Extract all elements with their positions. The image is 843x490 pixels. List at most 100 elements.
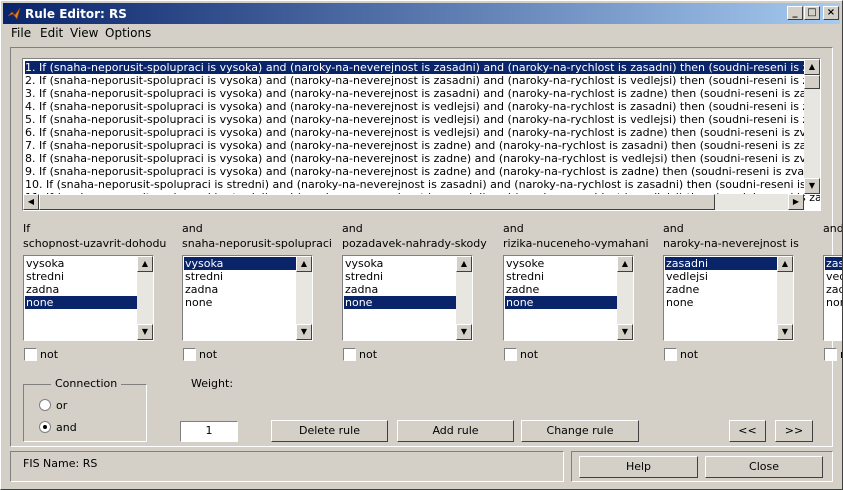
listbox-scrollbar[interactable]: ▲ ▼ bbox=[456, 256, 472, 340]
listbox-item[interactable]: vysoka bbox=[344, 257, 457, 270]
listbox-scrollbar[interactable]: ▲ ▼ bbox=[777, 256, 793, 340]
not-checkbox[interactable] bbox=[504, 348, 517, 361]
listbox-scrollbar[interactable]: ▲ ▼ bbox=[137, 256, 153, 340]
radio-or[interactable] bbox=[39, 399, 51, 411]
rule-item[interactable]: 5. If (snaha-neporusit-spolupraci is vys… bbox=[25, 113, 820, 126]
menu-file[interactable]: File bbox=[11, 26, 31, 40]
rule-item[interactable]: 10. If (snaha-neporusit-spolupraci is st… bbox=[25, 178, 820, 191]
listbox-item[interactable]: zad bbox=[825, 283, 842, 296]
listbox-item[interactable]: stredni bbox=[505, 270, 618, 283]
next-button[interactable]: >> bbox=[775, 420, 813, 442]
rule-item[interactable]: 4. If (snaha-neporusit-spolupraci is vys… bbox=[25, 100, 820, 113]
column-variable-name: naroky-na-neverejnost is bbox=[663, 237, 799, 250]
not-label: not bbox=[359, 348, 378, 361]
listbox-item[interactable]: none bbox=[505, 296, 618, 309]
rule-item[interactable]: 9. If (snaha-neporusit-spolupraci is vys… bbox=[25, 165, 820, 178]
not-checkbox[interactable] bbox=[343, 348, 356, 361]
maximize-button[interactable]: □ bbox=[804, 6, 820, 20]
matlab-icon bbox=[7, 7, 21, 20]
close-button[interactable]: Close bbox=[705, 456, 823, 478]
listbox-item[interactable]: vysoka bbox=[25, 257, 138, 270]
column-variable-name: pozadavek-nahrady-skody bbox=[342, 237, 487, 250]
change-rule-button[interactable]: Change rule bbox=[521, 420, 639, 442]
prev-button[interactable]: << bbox=[729, 420, 766, 442]
window-title: Rule Editor: RS bbox=[25, 7, 127, 21]
not-label: not bbox=[520, 348, 539, 361]
help-button[interactable]: Help bbox=[579, 456, 698, 478]
listbox-item[interactable]: vedlejsi bbox=[665, 270, 778, 283]
not-checkbox[interactable] bbox=[664, 348, 677, 361]
listbox-item[interactable]: ved bbox=[825, 270, 842, 283]
scroll-up-icon[interactable]: ▲ bbox=[296, 256, 312, 272]
scroll-down-icon[interactable]: ▼ bbox=[137, 324, 153, 340]
column-conjunction: and bbox=[342, 222, 363, 235]
weight-label: Weight: bbox=[191, 377, 234, 390]
listbox-item[interactable]: zadna bbox=[184, 283, 297, 296]
scroll-down-icon[interactable]: ▼ bbox=[777, 324, 793, 340]
scroll-down-icon[interactable]: ▼ bbox=[804, 178, 820, 194]
listbox-item[interactable]: zadna bbox=[25, 283, 138, 296]
rule-list[interactable]: 11. If (snaha-neporusit-spolupraci is st… bbox=[22, 58, 821, 211]
not-checkbox[interactable] bbox=[824, 348, 837, 361]
listbox-item[interactable]: zadne bbox=[505, 283, 618, 296]
listbox-item[interactable]: none bbox=[665, 296, 778, 309]
radio-and[interactable] bbox=[39, 421, 51, 433]
scroll-up-icon[interactable]: ▲ bbox=[137, 256, 153, 272]
delete-rule-button[interactable]: Delete rule bbox=[271, 420, 388, 442]
not-label: not bbox=[40, 348, 59, 361]
membership-listbox[interactable]: vysoka stredni zadna none ▲ ▼ bbox=[23, 255, 154, 341]
scroll-down-icon[interactable]: ▼ bbox=[296, 324, 312, 340]
rule-item[interactable]: 6. If (snaha-neporusit-spolupraci is vys… bbox=[25, 126, 820, 139]
scroll-up-icon[interactable]: ▲ bbox=[804, 59, 820, 75]
scroll-down-icon[interactable]: ▼ bbox=[456, 324, 472, 340]
listbox-item[interactable]: vysoke bbox=[505, 257, 618, 270]
rule-list-vscroll[interactable]: ▲ ▼ bbox=[804, 59, 820, 194]
weight-input[interactable]: 1 bbox=[180, 421, 238, 442]
listbox-item[interactable]: stredni bbox=[25, 270, 138, 283]
listbox-item[interactable]: zadna bbox=[344, 283, 457, 296]
menu-view[interactable]: View bbox=[70, 26, 98, 40]
listbox-item[interactable]: zas bbox=[825, 257, 842, 270]
scroll-left-icon[interactable]: ◀ bbox=[23, 194, 39, 210]
listbox-item[interactable]: non bbox=[825, 296, 842, 309]
scroll-up-icon[interactable]: ▲ bbox=[617, 256, 633, 272]
scroll-up-icon[interactable]: ▲ bbox=[456, 256, 472, 272]
minimize-button[interactable]: _ bbox=[787, 6, 803, 20]
not-checkbox[interactable] bbox=[183, 348, 196, 361]
membership-listbox[interactable]: vysoke stredni zadne none ▲ ▼ bbox=[503, 255, 634, 341]
rule-item[interactable]: 2. If (snaha-neporusit-spolupraci is vys… bbox=[25, 74, 820, 87]
listbox-item[interactable]: none bbox=[344, 296, 457, 309]
rule-item[interactable]: 3. If (snaha-neporusit-spolupraci is vys… bbox=[25, 87, 820, 100]
rule-list-hscroll[interactable]: ◀ ▶ bbox=[23, 194, 804, 210]
menu-options[interactable]: Options bbox=[105, 26, 151, 40]
rule-item[interactable]: 7. If (snaha-neporusit-spolupraci is vys… bbox=[25, 139, 820, 152]
membership-listbox[interactable]: zasvedzadnon▲▼ bbox=[823, 255, 842, 341]
membership-listbox[interactable]: vysoka stredni zadna none ▲ ▼ bbox=[182, 255, 313, 341]
listbox-scrollbar[interactable]: ▲ ▼ bbox=[617, 256, 633, 340]
listbox-item[interactable]: stredni bbox=[344, 270, 457, 283]
listbox-item[interactable]: none bbox=[184, 296, 297, 309]
column-variable-name: schopnost-uzavrit-dohodu bbox=[23, 237, 167, 250]
rule-item[interactable]: 8. If (snaha-neporusit-spolupraci is vys… bbox=[25, 152, 820, 165]
listbox-item[interactable]: stredni bbox=[184, 270, 297, 283]
add-rule-button[interactable]: Add rule bbox=[397, 420, 514, 442]
column-conjunction: and bbox=[663, 222, 684, 235]
scroll-down-icon[interactable]: ▼ bbox=[617, 324, 633, 340]
not-checkbox[interactable] bbox=[24, 348, 37, 361]
scroll-right-icon[interactable]: ▶ bbox=[788, 194, 804, 210]
listbox-item[interactable]: none bbox=[25, 296, 138, 309]
scroll-thumb[interactable] bbox=[804, 75, 820, 89]
membership-listbox[interactable]: vysoka stredni zadna none ▲ ▼ bbox=[342, 255, 473, 341]
connection-group bbox=[23, 384, 147, 442]
listbox-scrollbar[interactable]: ▲ ▼ bbox=[296, 256, 312, 340]
rule-item[interactable]: 1. If (snaha-neporusit-spolupraci is vys… bbox=[23, 60, 820, 75]
menu-edit[interactable]: Edit bbox=[40, 26, 63, 40]
membership-listbox[interactable]: zasadni vedlejsi zadne none ▲ ▼ bbox=[663, 255, 794, 341]
menu-bar: File Edit View Options bbox=[3, 24, 840, 42]
listbox-item[interactable]: zasadni bbox=[665, 257, 778, 270]
close-window-button[interactable]: × bbox=[823, 6, 839, 20]
scroll-up-icon[interactable]: ▲ bbox=[777, 256, 793, 272]
listbox-item[interactable]: vysoka bbox=[184, 257, 297, 270]
hscroll-thumb[interactable] bbox=[39, 194, 715, 210]
listbox-item[interactable]: zadne bbox=[665, 283, 778, 296]
